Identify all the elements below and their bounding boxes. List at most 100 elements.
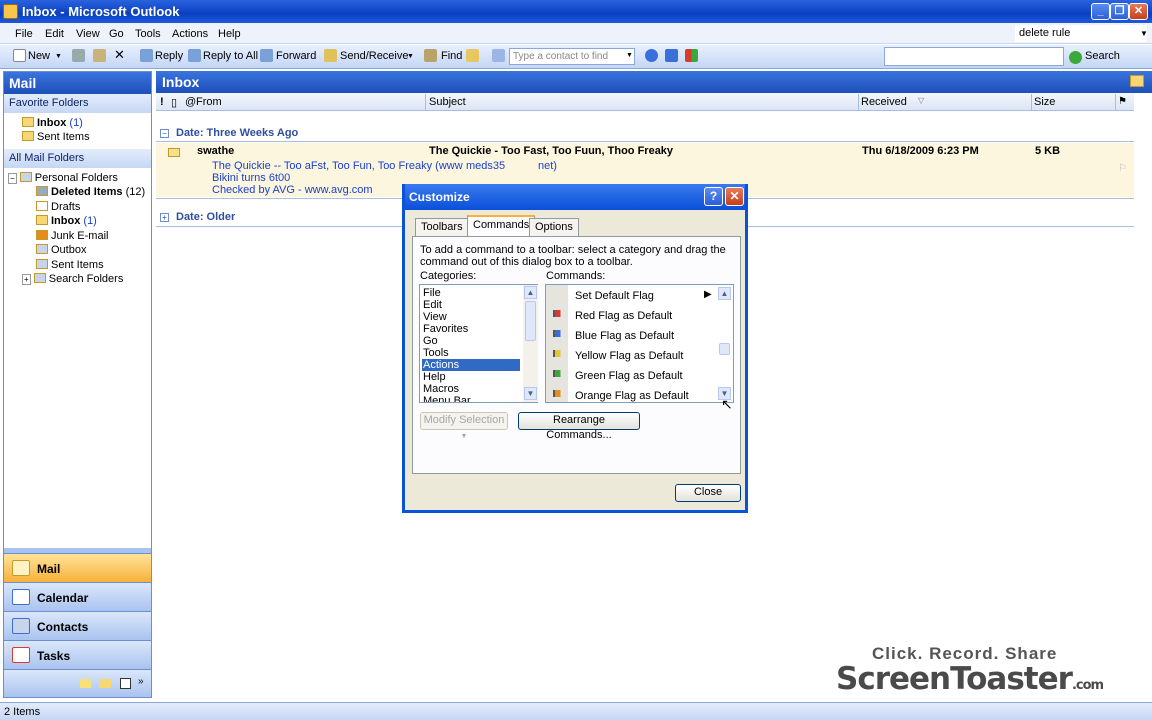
find-button[interactable]: Find: [441, 50, 462, 62]
tab-toolbars[interactable]: Toolbars: [415, 218, 469, 236]
menu-edit[interactable]: Edit: [45, 28, 64, 40]
close-window-button[interactable]: ✕: [1129, 3, 1148, 20]
restore-button[interactable]: ❐: [1110, 3, 1129, 20]
menu-go[interactable]: Go: [109, 28, 124, 40]
configure-buttons-icon[interactable]: »: [138, 676, 144, 687]
minimize-button[interactable]: _: [1091, 3, 1110, 20]
delete-icon[interactable]: ✕: [114, 47, 125, 63]
category-item[interactable]: Edit: [422, 299, 520, 311]
column-separator[interactable]: [858, 94, 859, 110]
categories-list[interactable]: File Edit View Favorites Go Tools Action…: [419, 284, 538, 403]
new-button[interactable]: New: [28, 50, 50, 62]
send-receive-button[interactable]: Send/Receive: [340, 50, 409, 62]
folder-icon[interactable]: [1130, 75, 1144, 87]
security-shield-icon[interactable]: [665, 49, 678, 62]
find-contact-input[interactable]: Type a contact to find: [509, 48, 635, 65]
rearrange-commands-button[interactable]: Rearrange Commands...: [518, 412, 640, 441]
folder-search-folders[interactable]: + Search Folders: [22, 273, 123, 285]
column-separator[interactable]: [1115, 94, 1116, 110]
nav-button-tasks[interactable]: Tasks: [4, 640, 151, 669]
flag-column-icon[interactable]: ⚑: [1118, 96, 1127, 107]
collapse-icon[interactable]: −: [8, 173, 17, 184]
command-item[interactable]: Set Default Flag: [575, 290, 654, 302]
folder-junk-email[interactable]: Junk E-mail: [36, 230, 108, 242]
print-icon[interactable]: [72, 49, 85, 62]
address-book-icon[interactable]: [492, 49, 505, 62]
scroll-up-icon[interactable]: ▲: [524, 286, 537, 299]
menu-view[interactable]: View: [76, 28, 100, 40]
help-question-input[interactable]: delete rule: [1015, 25, 1147, 42]
search-input[interactable]: [884, 47, 1064, 66]
importance-icon[interactable]: !: [160, 96, 164, 108]
category-item[interactable]: Favorites: [422, 323, 520, 335]
search-button[interactable]: Search: [1085, 50, 1120, 62]
chevron-down-icon[interactable]: ▼: [1140, 29, 1148, 38]
new-dropdown-icon[interactable]: ▼: [55, 53, 62, 60]
group-three-weeks-ago[interactable]: − Date: Three Weeks Ago: [160, 127, 298, 139]
category-item[interactable]: Help: [422, 371, 520, 383]
column-from[interactable]: From: [196, 96, 222, 108]
notes-icon[interactable]: [80, 679, 91, 688]
icon-column-icon[interactable]: ▯: [171, 96, 177, 109]
categories-scrollbar[interactable]: ▲ ▼: [523, 285, 538, 402]
command-item[interactable]: Orange Flag as Default: [575, 390, 689, 402]
folder-inbox[interactable]: Inbox (1): [36, 215, 97, 227]
scrollbar-thumb[interactable]: [719, 343, 730, 355]
folder-drafts[interactable]: Drafts: [36, 201, 80, 213]
category-item[interactable]: View: [422, 311, 520, 323]
column-separator[interactable]: [1031, 94, 1032, 110]
shortcuts-icon[interactable]: [120, 678, 131, 689]
group-older[interactable]: + Date: Older: [160, 211, 235, 223]
commands-scrollbar[interactable]: ▲ ▼: [717, 285, 732, 402]
forward-button[interactable]: Forward: [276, 50, 316, 62]
command-item[interactable]: Yellow Flag as Default: [575, 350, 683, 362]
contact-dropdown-icon[interactable]: ▼: [626, 52, 633, 59]
tab-options[interactable]: Options: [529, 218, 579, 236]
tab-commands[interactable]: Commands: [467, 215, 536, 237]
help-button[interactable]: ?: [704, 187, 723, 206]
menu-tools[interactable]: Tools: [135, 28, 161, 40]
reply-button[interactable]: Reply: [155, 50, 183, 62]
folder-deleted-items[interactable]: Deleted Items (12): [36, 186, 145, 198]
nav-button-contacts[interactable]: Contacts: [4, 611, 151, 640]
column-separator[interactable]: [425, 94, 426, 110]
close-icon[interactable]: ✕: [725, 187, 744, 206]
send-receive-dropdown-icon[interactable]: ▼: [407, 53, 414, 60]
command-item[interactable]: Red Flag as Default: [575, 310, 672, 322]
nav-button-calendar[interactable]: Calendar: [4, 582, 151, 611]
column-size[interactable]: Size: [1034, 96, 1055, 108]
favorite-inbox[interactable]: Inbox (1): [22, 117, 83, 129]
reply-all-button[interactable]: Reply to All: [203, 50, 258, 62]
personal-folders[interactable]: − Personal Folders: [8, 172, 118, 184]
command-item[interactable]: Blue Flag as Default: [575, 330, 674, 342]
expand-icon[interactable]: +: [160, 213, 169, 222]
favorite-sent-items[interactable]: Sent Items: [22, 131, 90, 143]
menu-file[interactable]: File: [15, 28, 33, 40]
dialog-close-button[interactable]: Close: [675, 484, 741, 502]
flag-icon[interactable]: ⚐: [1118, 163, 1127, 174]
scroll-up-icon[interactable]: ▲: [718, 287, 731, 300]
scrollbar-thumb[interactable]: [525, 301, 536, 341]
nav-button-mail[interactable]: Mail: [4, 553, 151, 582]
modify-selection-button[interactable]: Modify Selection ▼: [420, 412, 508, 440]
help-icon[interactable]: [645, 49, 658, 62]
folder-outbox[interactable]: Outbox: [36, 244, 86, 256]
column-received[interactable]: Received: [861, 96, 907, 108]
category-item[interactable]: Menu Bar: [422, 395, 520, 402]
commands-list[interactable]: Set Default Flag ▶ Red Flag as Default B…: [545, 284, 734, 403]
menu-help[interactable]: Help: [218, 28, 241, 40]
command-item[interactable]: Green Flag as Default: [575, 370, 683, 382]
expand-icon[interactable]: +: [22, 274, 31, 285]
column-subject[interactable]: Subject: [429, 96, 466, 108]
menu-actions[interactable]: Actions: [172, 28, 208, 40]
category-item[interactable]: Go: [422, 335, 520, 347]
folder-list-icon[interactable]: [99, 679, 111, 688]
move-to-folder-icon[interactable]: [93, 49, 106, 62]
windows-logo-icon[interactable]: [685, 49, 698, 62]
category-item-selected[interactable]: Actions: [422, 359, 520, 371]
category-item[interactable]: File: [422, 287, 520, 299]
attachment-icon[interactable]: @: [185, 96, 196, 108]
category-item[interactable]: Tools: [422, 347, 520, 359]
collapse-icon[interactable]: −: [160, 129, 169, 138]
folder-sent-items[interactable]: Sent Items: [36, 259, 104, 271]
